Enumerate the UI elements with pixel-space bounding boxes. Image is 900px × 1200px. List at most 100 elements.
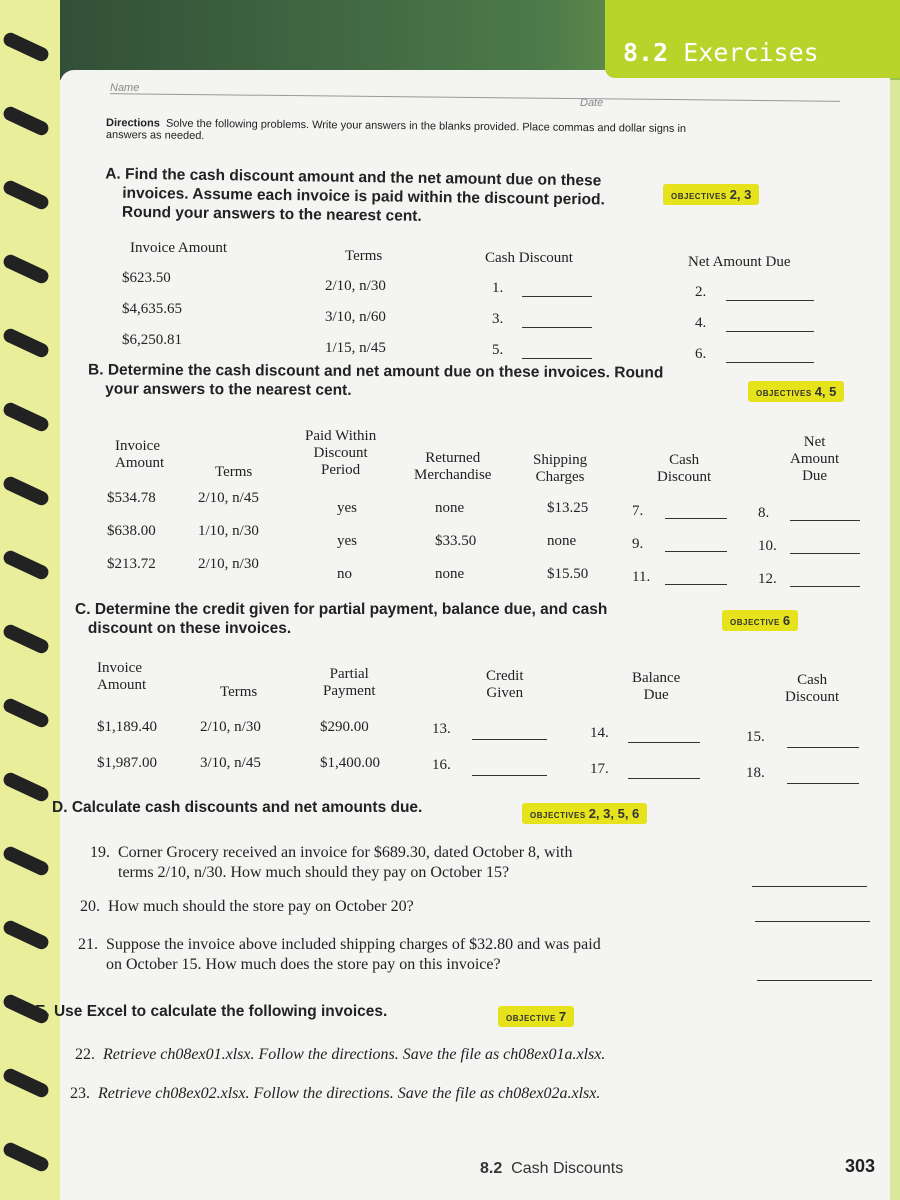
answer-blank[interactable] bbox=[665, 518, 727, 519]
answer-number: 14. bbox=[590, 725, 609, 741]
terms: 2/10, n/30 bbox=[325, 278, 386, 294]
question-19: 19. Corner Grocery received an invoice f… bbox=[90, 844, 573, 881]
answer-number: 10. bbox=[758, 538, 777, 554]
spiral-ring bbox=[1, 252, 51, 286]
date-label: Date bbox=[580, 97, 604, 109]
section-d-heading: D. Calculate cash discounts and net amou… bbox=[52, 799, 423, 816]
shipping-charges: $15.50 bbox=[547, 566, 589, 582]
column-header: Cash Discount bbox=[785, 672, 840, 705]
page-footer: 8.2 Cash Discounts bbox=[480, 1160, 624, 1177]
spiral-ring bbox=[1, 104, 51, 138]
answer-number: 13. bbox=[432, 721, 451, 737]
shipping-charges: none bbox=[547, 533, 577, 549]
spiral-ring bbox=[1, 918, 51, 952]
paid-within-period: yes bbox=[337, 500, 357, 516]
spiral-ring bbox=[1, 696, 51, 730]
column-header: Balance Due bbox=[632, 670, 681, 703]
invoice-amount: $6,250.81 bbox=[122, 332, 182, 348]
objectives-badge-d: OBJECTIVES 2, 3, 5, 6 bbox=[522, 803, 648, 824]
invoice-amount: $638.00 bbox=[107, 523, 156, 539]
returned-merchandise: $33.50 bbox=[435, 533, 477, 549]
invoice-amount: $213.72 bbox=[107, 556, 156, 572]
section-a-heading: A. Find the cash discount amount and the… bbox=[105, 165, 605, 225]
answer-number: 11. bbox=[632, 569, 651, 585]
answer-blank[interactable] bbox=[472, 775, 547, 776]
answer-blank-21[interactable] bbox=[757, 980, 872, 981]
answer-number: 17. bbox=[590, 761, 609, 777]
answer-number: 16. bbox=[432, 757, 451, 773]
answer-blank[interactable] bbox=[472, 739, 547, 740]
spiral-ring bbox=[1, 1066, 51, 1100]
terms: 3/10, n/45 bbox=[200, 755, 261, 771]
answer-blank[interactable] bbox=[726, 331, 814, 332]
answer-blank-20[interactable] bbox=[755, 921, 870, 922]
answer-number: 7. bbox=[632, 503, 644, 519]
invoice-amount: $4,635.65 bbox=[122, 301, 182, 317]
answer-number: 9. bbox=[632, 536, 644, 552]
objectives-badge-c: OBJECTIVE 6 bbox=[722, 610, 799, 631]
spiral-ring bbox=[1, 770, 51, 804]
answer-blank[interactable] bbox=[628, 778, 700, 779]
shipping-charges: $13.25 bbox=[547, 500, 589, 516]
invoice-amount: $1,987.00 bbox=[97, 755, 157, 771]
column-header: Invoice Amount bbox=[97, 660, 147, 693]
answer-blank[interactable] bbox=[628, 742, 700, 743]
column-header: Credit Given bbox=[486, 668, 524, 701]
column-header: Terms bbox=[215, 464, 253, 480]
question-20: 20. How much should the store pay on Oct… bbox=[80, 898, 414, 915]
column-header: Invoice Amount bbox=[130, 240, 228, 256]
answer-blank[interactable] bbox=[790, 586, 860, 587]
answer-blank[interactable] bbox=[787, 747, 859, 748]
partial-payment: $1,400.00 bbox=[320, 755, 380, 771]
spiral-ring bbox=[1, 178, 51, 212]
answer-number: 4. bbox=[695, 315, 707, 331]
answer-blank[interactable] bbox=[665, 584, 727, 585]
column-header: Cash Discount bbox=[485, 250, 573, 266]
paid-within-period: yes bbox=[337, 533, 357, 549]
terms: 1/15, n/45 bbox=[325, 340, 386, 356]
column-header: Cash Discount bbox=[657, 452, 712, 485]
answer-number: 15. bbox=[746, 729, 765, 745]
spiral-ring bbox=[1, 548, 51, 582]
answer-blank-19[interactable] bbox=[752, 886, 867, 887]
answer-blank[interactable] bbox=[726, 300, 814, 301]
answer-blank[interactable] bbox=[726, 362, 814, 363]
section-b-heading: B. Determine the cash discount and net a… bbox=[88, 361, 664, 399]
column-header: Terms bbox=[220, 684, 258, 700]
answer-blank[interactable] bbox=[522, 296, 592, 297]
spiral-ring bbox=[1, 30, 51, 64]
objectives-badge-e: OBJECTIVE 7 bbox=[498, 1006, 575, 1027]
column-header: Invoice Amount bbox=[115, 438, 165, 471]
section-number: 8.2 bbox=[623, 38, 669, 67]
answer-number: 12. bbox=[758, 571, 777, 587]
answer-number: 18. bbox=[746, 765, 765, 781]
page-number: 303 bbox=[845, 1156, 876, 1176]
answer-blank[interactable] bbox=[787, 783, 859, 784]
answer-blank[interactable] bbox=[790, 520, 860, 521]
terms: 2/10, n/30 bbox=[198, 556, 259, 572]
answer-blank[interactable] bbox=[790, 553, 860, 554]
section-e-heading: E. Use Excel to calculate the following … bbox=[35, 1003, 388, 1020]
column-header: Returned Merchandise bbox=[414, 450, 492, 483]
answer-number: 8. bbox=[758, 505, 770, 521]
column-header: Terms bbox=[345, 248, 383, 264]
answer-number: 5. bbox=[492, 342, 504, 358]
column-header: Partial Payment bbox=[323, 666, 376, 699]
terms: 2/10, n/45 bbox=[198, 490, 259, 506]
objectives-badge-b: OBJECTIVES 4, 5 bbox=[748, 381, 845, 402]
section-c-heading: C. Determine the credit given for partia… bbox=[75, 601, 608, 637]
invoice-amount: $534.78 bbox=[107, 490, 156, 506]
terms: 1/10, n/30 bbox=[198, 523, 259, 539]
paid-within-period: no bbox=[337, 566, 352, 582]
invoice-amount: $1,189.40 bbox=[97, 719, 157, 735]
answer-blank[interactable] bbox=[522, 358, 592, 359]
section-banner: 8.2 Exercises bbox=[605, 0, 900, 78]
section-title: Exercises bbox=[683, 38, 819, 67]
answer-blank[interactable] bbox=[522, 327, 592, 328]
returned-merchandise: none bbox=[435, 500, 465, 516]
terms: 2/10, n/30 bbox=[200, 719, 261, 735]
answer-blank[interactable] bbox=[665, 551, 727, 552]
spiral-ring bbox=[1, 622, 51, 656]
spiral-ring bbox=[1, 1140, 51, 1174]
invoice-amount: $623.50 bbox=[122, 270, 171, 286]
